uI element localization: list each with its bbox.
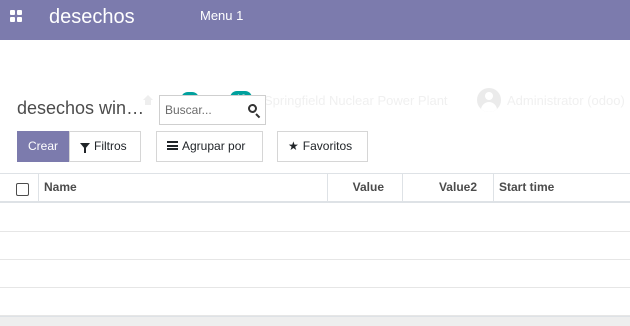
search-input[interactable] [165, 102, 241, 118]
empty-row [0, 260, 630, 288]
systray: 1 12 Springfield Nuclear Power Plant Adm… [0, 40, 630, 112]
empty-row [0, 204, 630, 232]
column-header-start-time[interactable]: Start time [493, 174, 630, 202]
empty-row [0, 232, 630, 260]
app-title[interactable]: desechos [49, 3, 135, 31]
select-all-cell [0, 174, 38, 202]
search-icon[interactable] [248, 104, 261, 119]
menu-item-1[interactable]: Menu 1 [200, 7, 243, 25]
home-icon[interactable] [143, 95, 153, 105]
search-box [159, 95, 266, 125]
select-all-checkbox[interactable] [16, 183, 29, 196]
user-avatar[interactable] [477, 88, 501, 112]
empty-row [0, 288, 630, 316]
table-footer [0, 316, 630, 326]
column-header-value2[interactable]: Value2 [402, 174, 493, 202]
filter-icon [80, 142, 90, 153]
apps-grid-icon[interactable] [10, 10, 24, 24]
bars-icon [167, 141, 178, 151]
company-switcher[interactable]: Springfield Nuclear Power Plant [264, 93, 448, 109]
favorites-label: Favoritos [302, 139, 353, 153]
filters-button[interactable]: Filtros [69, 131, 141, 162]
user-menu[interactable]: Administrator (odoo) [507, 93, 625, 109]
group-by-button[interactable]: Agrupar por [156, 131, 263, 162]
favorites-button[interactable]: ★ Favoritos [277, 131, 368, 162]
breadcrumb: desechos win… [17, 98, 145, 118]
table-header: Name Value Value2 Start time [0, 173, 630, 203]
filters-label: Filtros [94, 139, 127, 153]
column-header-name[interactable]: Name [38, 174, 327, 202]
column-header-value[interactable]: Value [327, 174, 402, 202]
group-by-label: Agrupar por [182, 139, 246, 153]
star-icon: ★ [288, 138, 299, 153]
top-navbar: desechos Menu 1 [0, 0, 630, 40]
create-button[interactable]: Crear [17, 131, 69, 162]
